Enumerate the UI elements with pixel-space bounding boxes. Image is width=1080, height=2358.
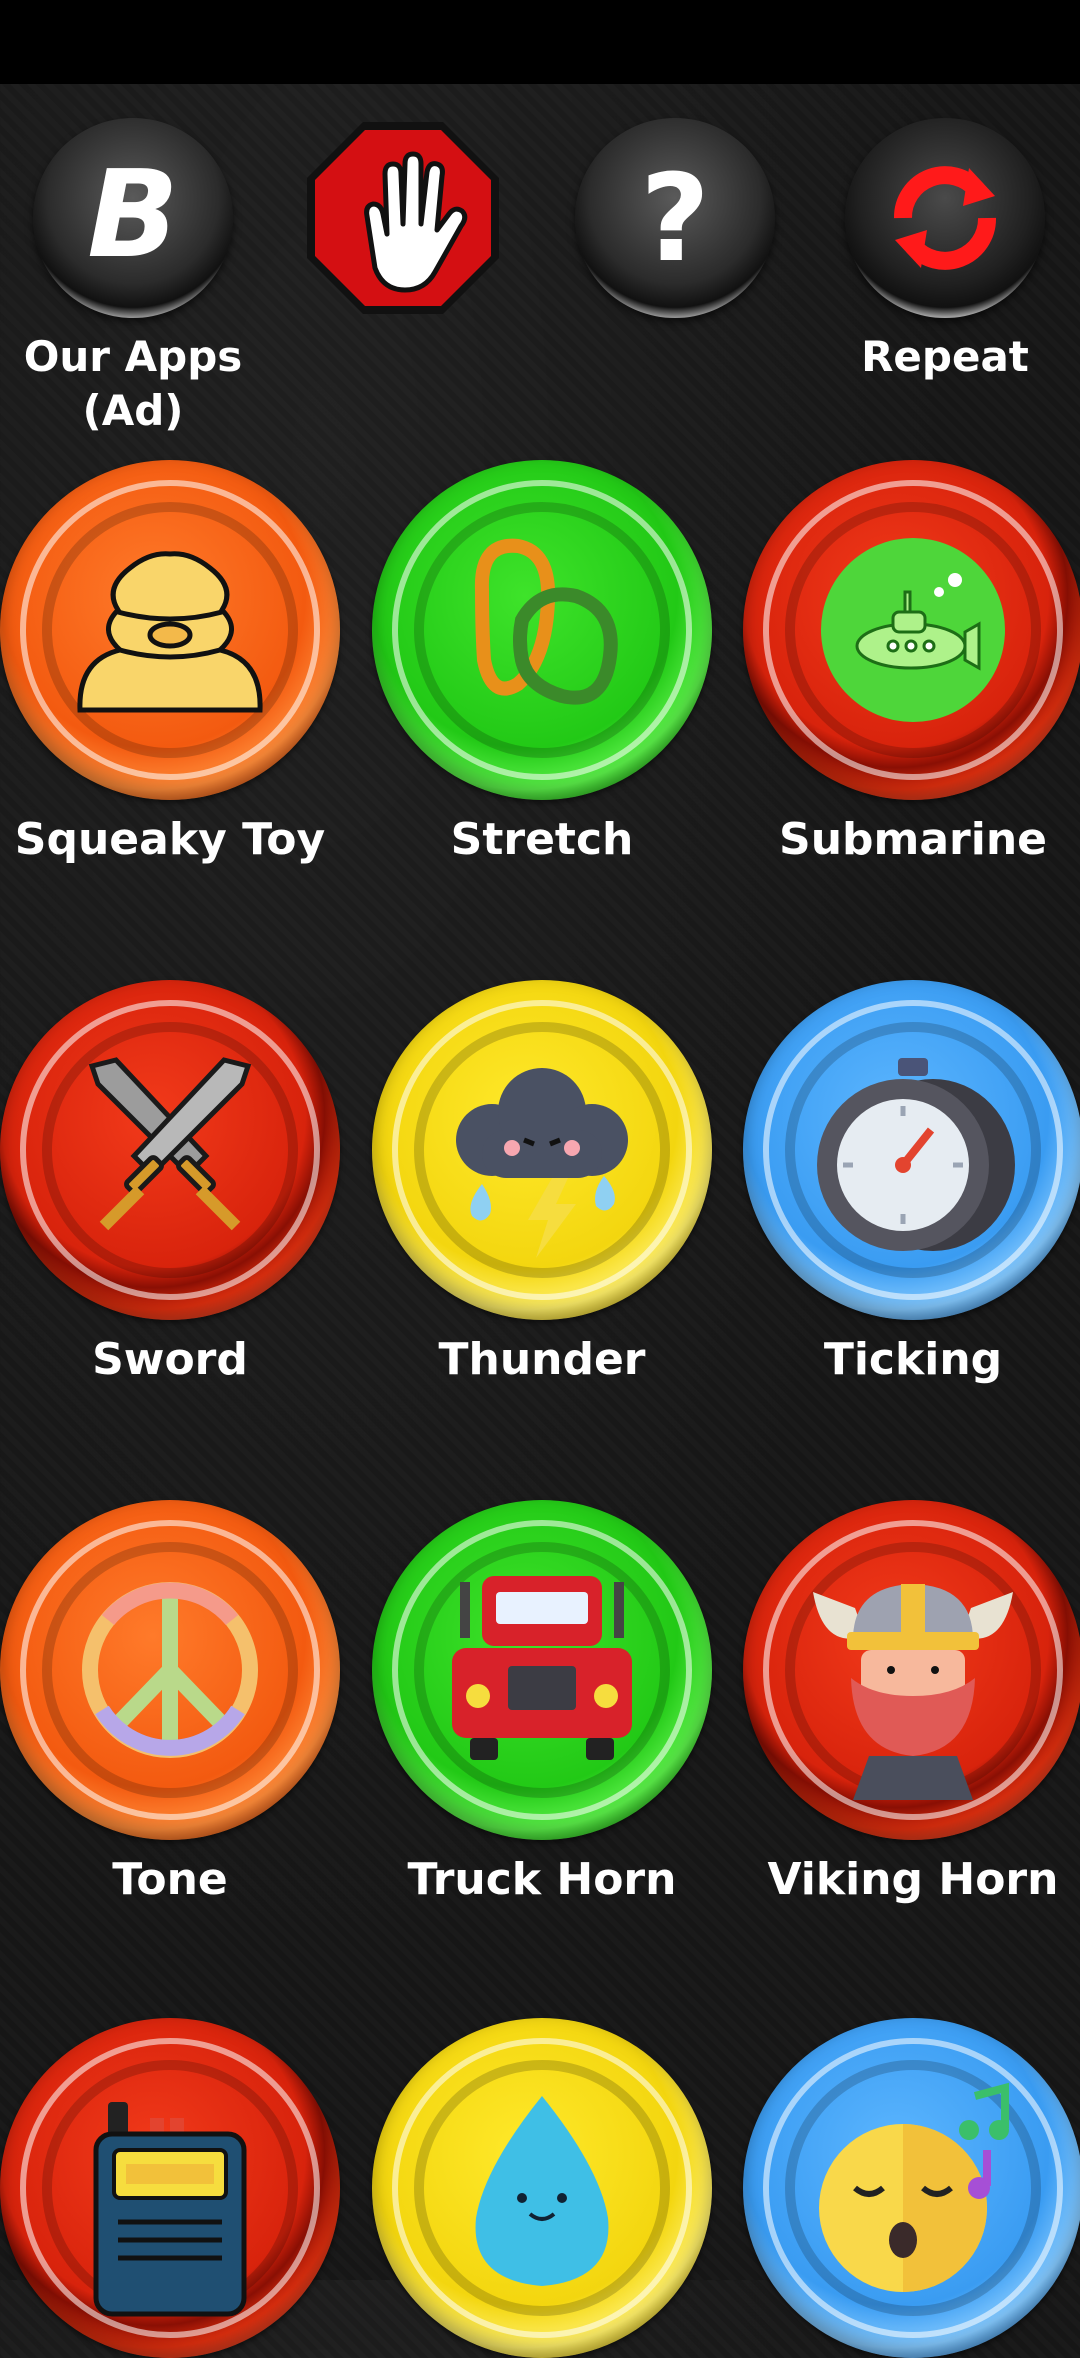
submarine-icon xyxy=(821,538,1005,722)
sound-label: Stretch xyxy=(450,814,634,865)
b-logo-icon: B xyxy=(87,146,178,285)
our-apps-button[interactable]: B xyxy=(33,118,233,318)
crossed-swords-icon xyxy=(88,1057,252,1231)
walkie-talkie-icon xyxy=(93,2102,247,2317)
our-apps-label-line2: (Ad) xyxy=(82,386,184,435)
sound-button-viking-horn[interactable]: Viking Horn xyxy=(743,1500,1080,1905)
our-apps-label-line1: Our Apps xyxy=(23,332,243,381)
sound-label: Ticking xyxy=(823,1334,1003,1385)
svg-text:?: ? xyxy=(640,150,710,289)
sound-button-squeaky-toy[interactable]: Squeaky Toy xyxy=(0,460,340,865)
sound-label: Tone xyxy=(112,1854,228,1905)
peace-sign-icon xyxy=(82,1582,258,1758)
svg-text:B: B xyxy=(87,146,178,285)
sound-button-walkie-talkie[interactable] xyxy=(0,2018,340,2358)
stop-hand-icon xyxy=(307,122,499,314)
sound-button-ticking[interactable]: Ticking xyxy=(743,980,1080,1385)
stopwatch-icon xyxy=(817,1058,1015,1251)
thunder-cloud-icon xyxy=(456,1068,628,1258)
sound-button-tone[interactable]: Tone xyxy=(0,1500,340,1905)
sound-button-truck-horn[interactable]: Truck Horn xyxy=(372,1500,712,1905)
singing-face-icon xyxy=(819,2082,1009,2292)
repeat-label: Repeat xyxy=(861,332,1029,381)
help-button[interactable]: ? xyxy=(575,118,775,318)
stop-button[interactable] xyxy=(303,118,503,318)
viking-icon xyxy=(813,1584,1013,1800)
help-question-icon: ? xyxy=(640,150,710,289)
repeat-arrows-icon xyxy=(893,166,997,270)
status-bar xyxy=(0,0,1080,84)
sound-button-submarine[interactable]: Submarine xyxy=(743,460,1080,865)
sound-label: Squeaky Toy xyxy=(14,814,326,865)
sound-label: Submarine xyxy=(779,814,1047,865)
sound-button-sword[interactable]: Sword xyxy=(0,980,340,1385)
sound-label: Thunder xyxy=(438,1334,646,1385)
our-apps-label: Our Apps (Ad) xyxy=(3,330,263,438)
sound-label: Viking Horn xyxy=(767,1854,1059,1905)
stretch-band-icon xyxy=(474,538,618,705)
sound-button-thunder[interactable]: Thunder xyxy=(372,980,712,1385)
squeaky-toy-icon xyxy=(77,551,263,713)
sound-label: Sword xyxy=(92,1334,248,1385)
repeat-button[interactable] xyxy=(845,118,1045,318)
sound-button-water-drop[interactable] xyxy=(372,2018,712,2358)
truck-icon xyxy=(452,1576,632,1760)
sound-button-stretch[interactable]: Stretch xyxy=(372,460,712,865)
water-drop-icon xyxy=(475,2096,609,2286)
sound-button-singing[interactable] xyxy=(743,2018,1080,2358)
sound-label: Truck Horn xyxy=(407,1854,677,1905)
